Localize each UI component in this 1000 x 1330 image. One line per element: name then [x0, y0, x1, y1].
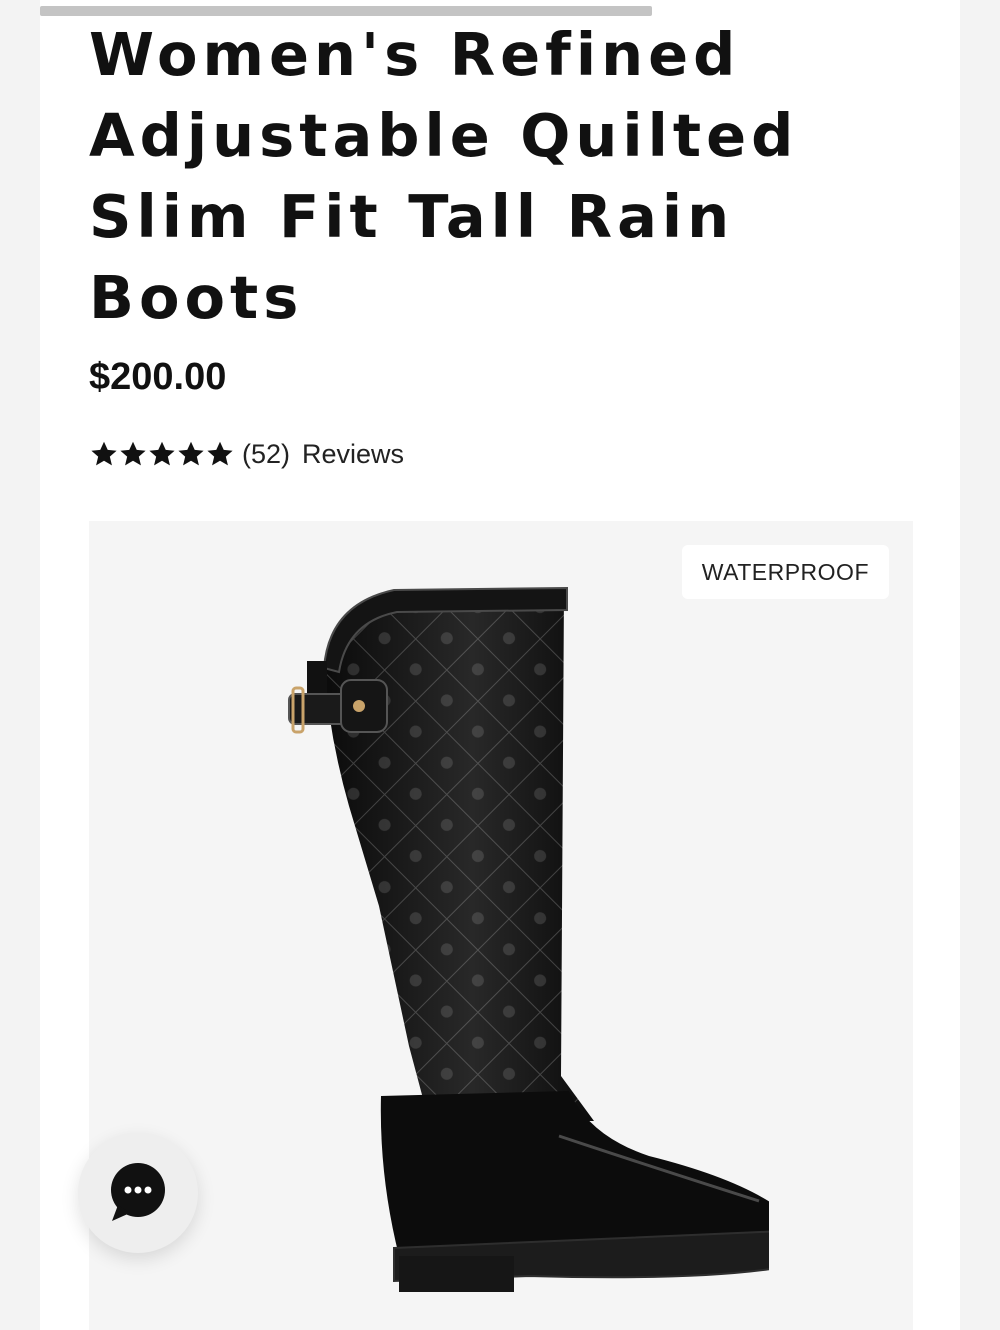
product-page: Women's Refined Adjustable Quilted Slim … — [40, 0, 960, 1330]
product-image[interactable]: WATERPROOF — [89, 521, 913, 1330]
chat-button[interactable] — [78, 1133, 198, 1253]
star-icon — [91, 441, 117, 466]
product-rating[interactable]: (52) Reviews — [90, 434, 404, 474]
review-count: (52) — [242, 438, 291, 469]
product-price: $200.00 — [89, 356, 227, 398]
star-icon — [207, 441, 233, 466]
rain-boot-image — [288, 586, 769, 1292]
chat-bubble-ellipsis-icon — [111, 1163, 165, 1221]
product-title: Women's Refined Adjustable Quilted Slim … — [89, 20, 799, 332]
reviews-link[interactable]: Reviews — [302, 439, 404, 470]
rating-stars — [90, 440, 234, 468]
star-icon — [178, 441, 204, 466]
star-icon — [120, 441, 146, 466]
star-icon — [149, 441, 175, 466]
